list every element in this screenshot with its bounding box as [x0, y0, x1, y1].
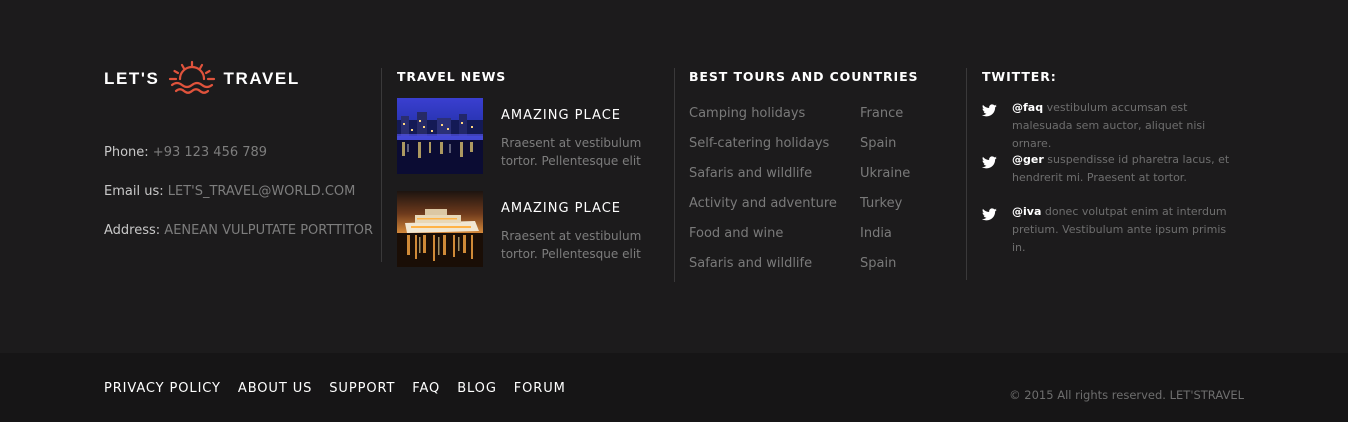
- twitter-bird-icon: [982, 156, 997, 169]
- phone-label: Phone:: [104, 145, 149, 160]
- contact-address: Address: AENEAN VULPUTATE PORTTITOR: [104, 223, 373, 238]
- news-thumbnail-cruise-ship[interactable]: [397, 191, 483, 267]
- country-link[interactable]: Turkey: [860, 196, 910, 226]
- nav-forum[interactable]: FORUM: [514, 381, 566, 396]
- email-link[interactable]: LET'S_TRAVEL@WORLD.COM: [168, 184, 356, 199]
- news-item[interactable]: AMAZING PLACE Rraesent at vestibulum tor…: [397, 191, 647, 267]
- tweet-user-link[interactable]: @ger: [1012, 153, 1044, 166]
- twitter-bird-icon: [982, 104, 997, 117]
- nav-support[interactable]: SUPPORT: [329, 381, 395, 396]
- contact-phone: Phone: +93 123 456 789: [104, 145, 267, 160]
- news-heading[interactable]: AMAZING PLACE: [501, 201, 621, 216]
- tweet-body: suspendisse id pharetra lacus, et hendre…: [1012, 153, 1230, 184]
- country-link[interactable]: France: [860, 106, 910, 136]
- column-divider: [381, 68, 382, 262]
- travel-news-title: TRAVEL NEWS: [397, 69, 507, 84]
- email-label: Email us:: [104, 184, 164, 199]
- twitter-title: TWITTER:: [982, 69, 1057, 84]
- tweet-user-link[interactable]: @iva: [1012, 205, 1041, 218]
- column-divider: [674, 68, 675, 282]
- sun-over-waves-icon: [168, 60, 215, 94]
- tour-link[interactable]: Camping holidays: [689, 106, 837, 136]
- address-value: AENEAN VULPUTATE PORTTITOR: [164, 223, 374, 238]
- phone-value[interactable]: +93 123 456 789: [153, 145, 267, 160]
- footer-nav: PRIVACY POLICY ABOUT US SUPPORT FAQ BLOG…: [104, 381, 583, 396]
- contact-email: Email us: LET'S_TRAVEL@WORLD.COM: [104, 184, 355, 199]
- nav-faq[interactable]: FAQ: [412, 381, 440, 396]
- address-label: Address:: [104, 223, 161, 238]
- nav-privacy-policy[interactable]: PRIVACY POLICY: [104, 381, 221, 396]
- tour-link[interactable]: Self-catering holidays: [689, 136, 837, 166]
- tour-link[interactable]: Food and wine: [689, 226, 837, 256]
- tour-link[interactable]: Safaris and wildlife: [689, 256, 837, 286]
- brand-right-word: TRAVEL: [223, 69, 300, 88]
- news-heading[interactable]: AMAZING PLACE: [501, 108, 621, 123]
- column-divider: [966, 68, 967, 280]
- country-link[interactable]: Spain: [860, 256, 910, 286]
- brand-logo-link[interactable]: LET'S TRAVEL: [104, 60, 300, 98]
- best-tours-title: BEST TOURS AND COUNTRIES: [689, 69, 919, 84]
- news-thumbnail-city-night[interactable]: [397, 98, 483, 174]
- news-excerpt: Rraesent at vestibulum tortor. Pellentes…: [501, 229, 642, 261]
- tweet-text: @faq vestibulum accumsan est malesuada s…: [1012, 99, 1242, 153]
- country-link[interactable]: Spain: [860, 136, 910, 166]
- twitter-bird-icon: [982, 208, 997, 221]
- footer-main: LET'S TRAVEL Phone: +93 123 456 789 Emai…: [0, 0, 1348, 353]
- tour-link[interactable]: Safaris and wildlife: [689, 166, 837, 196]
- country-link[interactable]: India: [860, 226, 910, 256]
- country-link[interactable]: Ukraine: [860, 166, 910, 196]
- tweet-body: donec volutpat enim at interdum pretium.…: [1012, 205, 1227, 254]
- tweet-user-link[interactable]: @faq: [1012, 101, 1043, 114]
- tours-list: Camping holidays Self-catering holidays …: [689, 106, 837, 286]
- news-excerpt: Rraesent at vestibulum tortor. Pellentes…: [501, 136, 642, 168]
- brand-left-word: LET'S: [104, 69, 160, 88]
- tweet-text: @ger suspendisse id pharetra lacus, et h…: [1012, 151, 1242, 187]
- countries-list: France Spain Ukraine Turkey India Spain: [860, 106, 910, 286]
- nav-about-us[interactable]: ABOUT US: [238, 381, 312, 396]
- tweet-text: @iva donec volutpat enim at interdum pre…: [1012, 203, 1242, 257]
- tour-link[interactable]: Activity and adventure: [689, 196, 837, 226]
- news-item[interactable]: AMAZING PLACE Rraesent at vestibulum tor…: [397, 98, 647, 174]
- nav-blog[interactable]: BLOG: [457, 381, 497, 396]
- copyright-text: © 2015 All rights reserved. LET'STRAVEL: [1009, 388, 1244, 402]
